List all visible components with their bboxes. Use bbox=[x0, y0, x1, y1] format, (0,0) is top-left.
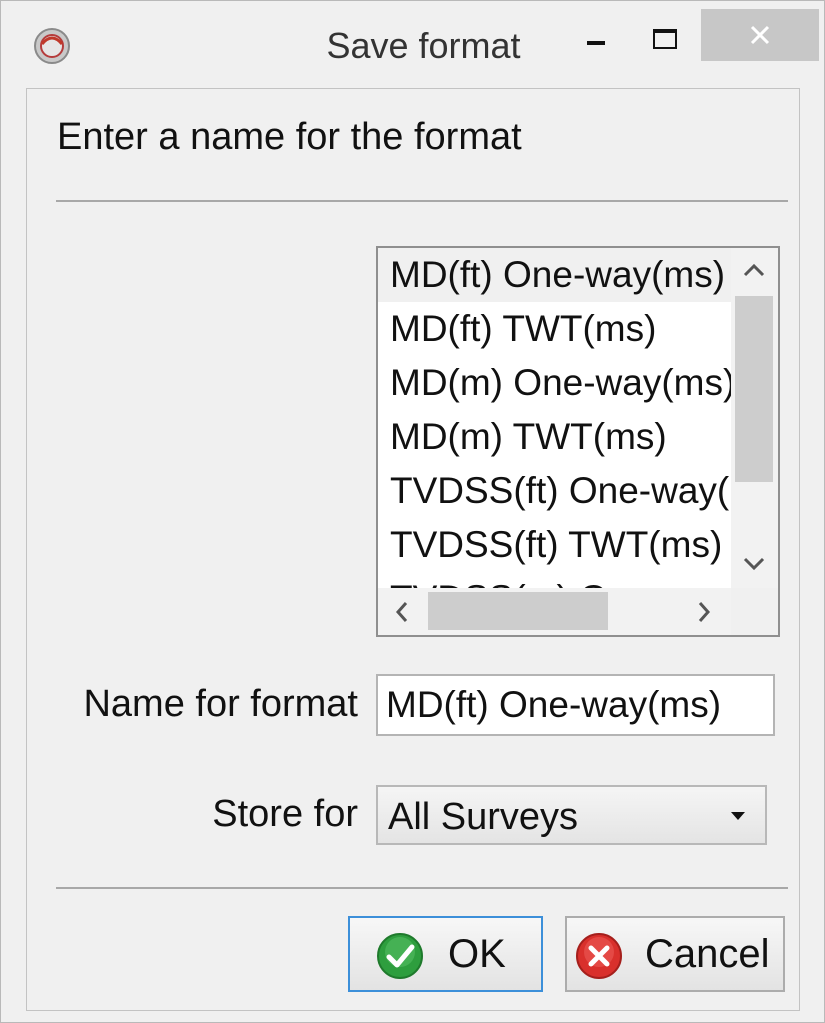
prompt-text: Enter a name for the format bbox=[57, 116, 522, 158]
close-button[interactable] bbox=[701, 9, 819, 61]
maximize-icon bbox=[653, 29, 677, 49]
divider-top bbox=[56, 200, 788, 202]
cancel-button-label: Cancel bbox=[645, 932, 770, 976]
format-list-items: MD(ft) One-way(ms) MD(ft) TWT(ms) MD(m) … bbox=[378, 248, 731, 588]
list-item[interactable]: MD(ft) One-way(ms) bbox=[378, 248, 731, 302]
scroll-corner bbox=[731, 588, 778, 635]
list-item[interactable]: TVDSS(ft) TWT(ms) bbox=[378, 518, 731, 572]
list-item[interactable]: MD(m) TWT(ms) bbox=[378, 410, 731, 464]
format-name-input[interactable] bbox=[376, 674, 775, 736]
chevron-up-icon[interactable] bbox=[741, 262, 767, 278]
cancel-icon bbox=[576, 933, 622, 979]
list-item[interactable]: TVDSS(ft) One-way(ms) bbox=[378, 464, 731, 518]
chevron-left-icon[interactable] bbox=[394, 600, 410, 624]
chevron-down-icon[interactable] bbox=[741, 556, 767, 572]
minimize-icon bbox=[587, 41, 605, 45]
list-item[interactable]: TVDSS(m) One-way(ms) bbox=[378, 572, 731, 588]
horizontal-scrollbar[interactable] bbox=[378, 588, 731, 635]
cancel-button[interactable]: Cancel bbox=[565, 916, 785, 992]
vertical-scroll-thumb[interactable] bbox=[735, 296, 773, 482]
store-for-dropdown[interactable]: All Surveys bbox=[376, 785, 767, 845]
list-item[interactable]: MD(ft) TWT(ms) bbox=[378, 302, 731, 356]
list-item[interactable]: MD(m) One-way(ms) bbox=[378, 356, 731, 410]
ok-button[interactable]: OK bbox=[348, 916, 543, 992]
checkmark-icon bbox=[377, 933, 423, 979]
name-for-format-label: Name for format bbox=[83, 683, 358, 725]
title-bar[interactable]: Save format bbox=[1, 1, 824, 89]
ok-button-label: OK bbox=[448, 932, 506, 976]
save-format-dialog: Save format Enter a name for the format … bbox=[0, 0, 825, 1023]
store-for-label: Store for bbox=[212, 793, 358, 835]
divider-bottom bbox=[56, 887, 788, 889]
minimize-button[interactable] bbox=[567, 15, 623, 67]
close-icon bbox=[750, 25, 770, 45]
format-list[interactable]: MD(ft) One-way(ms) MD(ft) TWT(ms) MD(m) … bbox=[376, 246, 780, 637]
chevron-right-icon[interactable] bbox=[696, 600, 712, 624]
maximize-button[interactable] bbox=[637, 15, 693, 67]
dropdown-arrow-icon bbox=[731, 812, 745, 820]
horizontal-scroll-thumb[interactable] bbox=[428, 592, 608, 630]
store-for-value: All Surveys bbox=[388, 796, 579, 838]
vertical-scrollbar[interactable] bbox=[731, 248, 778, 588]
